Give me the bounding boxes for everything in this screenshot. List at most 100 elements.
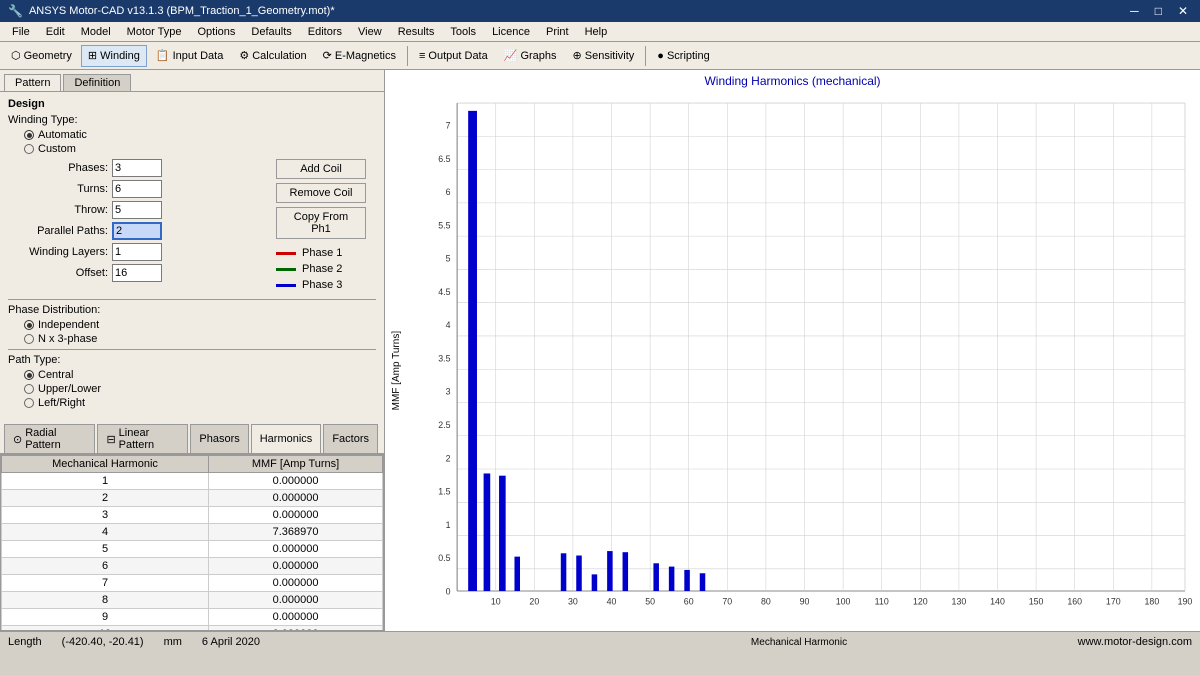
- svg-text:2: 2: [446, 453, 451, 463]
- table-row: 20.000000: [2, 490, 383, 507]
- tab-pattern[interactable]: Pattern: [4, 74, 61, 91]
- toolbar-geometry[interactable]: ⬡ Geometry: [4, 45, 79, 67]
- menu-tools[interactable]: Tools: [442, 22, 484, 41]
- tab-harmonics[interactable]: Harmonics: [251, 424, 322, 453]
- toolbar-graphs[interactable]: 📈 Graphs: [497, 45, 564, 67]
- radio-upperlower[interactable]: Upper/Lower: [24, 383, 376, 395]
- menu-file[interactable]: File: [4, 22, 38, 41]
- divider-1: [8, 299, 376, 300]
- offset-label: Offset:: [8, 267, 108, 279]
- toolbar-separator-1: [407, 46, 408, 66]
- title-bar-controls[interactable]: ─ □ ✕: [1126, 4, 1192, 18]
- harmonic-number: 1: [2, 473, 209, 490]
- menu-motor-type[interactable]: Motor Type: [119, 22, 190, 41]
- menu-defaults[interactable]: Defaults: [243, 22, 299, 41]
- chart-title: Winding Harmonics (mechanical): [389, 74, 1196, 88]
- svg-text:190: 190: [1178, 596, 1193, 606]
- table-row: 80.000000: [2, 592, 383, 609]
- harmonic-number: 7: [2, 575, 209, 592]
- tab-linear-pattern[interactable]: ⊟ Linear Pattern: [97, 424, 188, 453]
- mmf-value: 0.000000: [209, 558, 383, 575]
- bar-h40: [607, 551, 613, 591]
- legend-phase1-line: [276, 252, 296, 255]
- svg-text:170: 170: [1106, 596, 1121, 606]
- minimize-button[interactable]: ─: [1126, 4, 1143, 18]
- toolbar-emagnetics[interactable]: ⟳ E-Magnetics: [316, 45, 403, 67]
- radio-central[interactable]: Central: [24, 369, 376, 381]
- phases-input[interactable]: [112, 159, 162, 177]
- tab-definition[interactable]: Definition: [63, 74, 131, 91]
- bar-h12: [499, 476, 506, 591]
- mmf-value: 0.000000: [209, 541, 383, 558]
- bar-h36: [592, 574, 598, 591]
- toolbar-winding[interactable]: ⊞ Winding: [81, 45, 147, 67]
- menu-help[interactable]: Help: [577, 22, 616, 41]
- svg-text:2.5: 2.5: [438, 420, 450, 430]
- radio-independent-label: Independent: [38, 319, 99, 331]
- radio-central-circle: [24, 370, 34, 380]
- menu-view[interactable]: View: [350, 22, 390, 41]
- divider-2: [8, 349, 376, 350]
- throw-input[interactable]: [112, 201, 162, 219]
- winding-type-label: Winding Type:: [8, 114, 78, 126]
- add-coil-label: Add Coil: [300, 163, 342, 175]
- toolbar-output-data[interactable]: ≡ Output Data: [412, 45, 495, 67]
- radio-custom-circle: [24, 144, 34, 154]
- restore-button[interactable]: □: [1151, 4, 1166, 18]
- svg-text:1: 1: [446, 520, 451, 530]
- menu-licence[interactable]: Licence: [484, 22, 538, 41]
- add-coil-button[interactable]: Add Coil: [276, 159, 366, 179]
- offset-input[interactable]: [112, 264, 162, 282]
- left-panel: Pattern Definition Design Winding Type: …: [0, 70, 385, 631]
- svg-text:7: 7: [446, 121, 451, 131]
- radio-automatic[interactable]: Automatic: [24, 129, 376, 141]
- tab-radial-pattern-label: Radial Pattern: [25, 427, 86, 451]
- toolbar-scripting[interactable]: ● Scripting: [650, 45, 716, 67]
- bar-h60: [684, 570, 690, 591]
- svg-text:120: 120: [913, 596, 928, 606]
- menu-print[interactable]: Print: [538, 22, 577, 41]
- menu-results[interactable]: Results: [390, 22, 443, 41]
- y-axis-label: MMF [Amp Turns]: [389, 92, 402, 648]
- radio-leftright[interactable]: Left/Right: [24, 397, 376, 409]
- tab-radial-pattern[interactable]: ⊙ Radial Pattern: [4, 424, 95, 453]
- menu-model[interactable]: Model: [73, 22, 119, 41]
- radio-automatic-circle: [24, 130, 34, 140]
- table-row: 70.000000: [2, 575, 383, 592]
- harmonic-number: 9: [2, 609, 209, 626]
- radio-upperlower-circle: [24, 384, 34, 394]
- radio-custom[interactable]: Custom: [24, 143, 376, 155]
- title-bar: 🔧 ANSYS Motor-CAD v13.1.3 (BPM_Traction_…: [0, 0, 1200, 22]
- path-type-radios: Central Upper/Lower Left/Right: [24, 369, 376, 409]
- turns-input[interactable]: [112, 180, 162, 198]
- status-date: 6 April 2020: [202, 636, 260, 648]
- menu-editors[interactable]: Editors: [300, 22, 350, 41]
- close-button[interactable]: ✕: [1174, 4, 1192, 18]
- radio-automatic-label: Automatic: [38, 129, 87, 141]
- toolbar-input-data[interactable]: 📋 Input Data: [149, 45, 230, 67]
- toolbar-sensitivity[interactable]: ⊕ Sensitivity: [566, 45, 642, 67]
- menu-options[interactable]: Options: [190, 22, 244, 41]
- svg-text:140: 140: [990, 596, 1005, 606]
- svg-text:6.5: 6.5: [438, 154, 450, 164]
- menu-edit[interactable]: Edit: [38, 22, 73, 41]
- status-coords: (-420.40, -20.41): [62, 636, 144, 648]
- menu-bar: File Edit Model Motor Type Options Defau…: [0, 22, 1200, 42]
- winding-type-radios: Automatic Custom: [24, 129, 376, 155]
- tab-phasors[interactable]: Phasors: [190, 424, 248, 453]
- radio-nx3phase[interactable]: N x 3-phase: [24, 333, 376, 345]
- bar-h8: [484, 473, 491, 591]
- parallel-paths-input[interactable]: [112, 222, 162, 240]
- toolbar-calculation[interactable]: ⚙ Calculation: [232, 45, 313, 67]
- radio-independent[interactable]: Independent: [24, 319, 376, 331]
- tab-factors[interactable]: Factors: [323, 424, 378, 453]
- remove-coil-button[interactable]: Remove Coil: [276, 183, 366, 203]
- output-data-icon: ≡: [419, 50, 425, 62]
- copy-from-ph1-button[interactable]: Copy From Ph1: [276, 207, 366, 239]
- svg-text:110: 110: [875, 596, 889, 606]
- svg-text:180: 180: [1145, 596, 1160, 606]
- winding-layers-input[interactable]: [112, 243, 162, 261]
- input-data-icon: 📋: [156, 49, 170, 62]
- harmonics-table[interactable]: Mechanical Harmonic MMF [Amp Turns] 10.0…: [0, 454, 384, 631]
- chart-panel: Winding Harmonics (mechanical) MMF [Amp …: [385, 70, 1200, 631]
